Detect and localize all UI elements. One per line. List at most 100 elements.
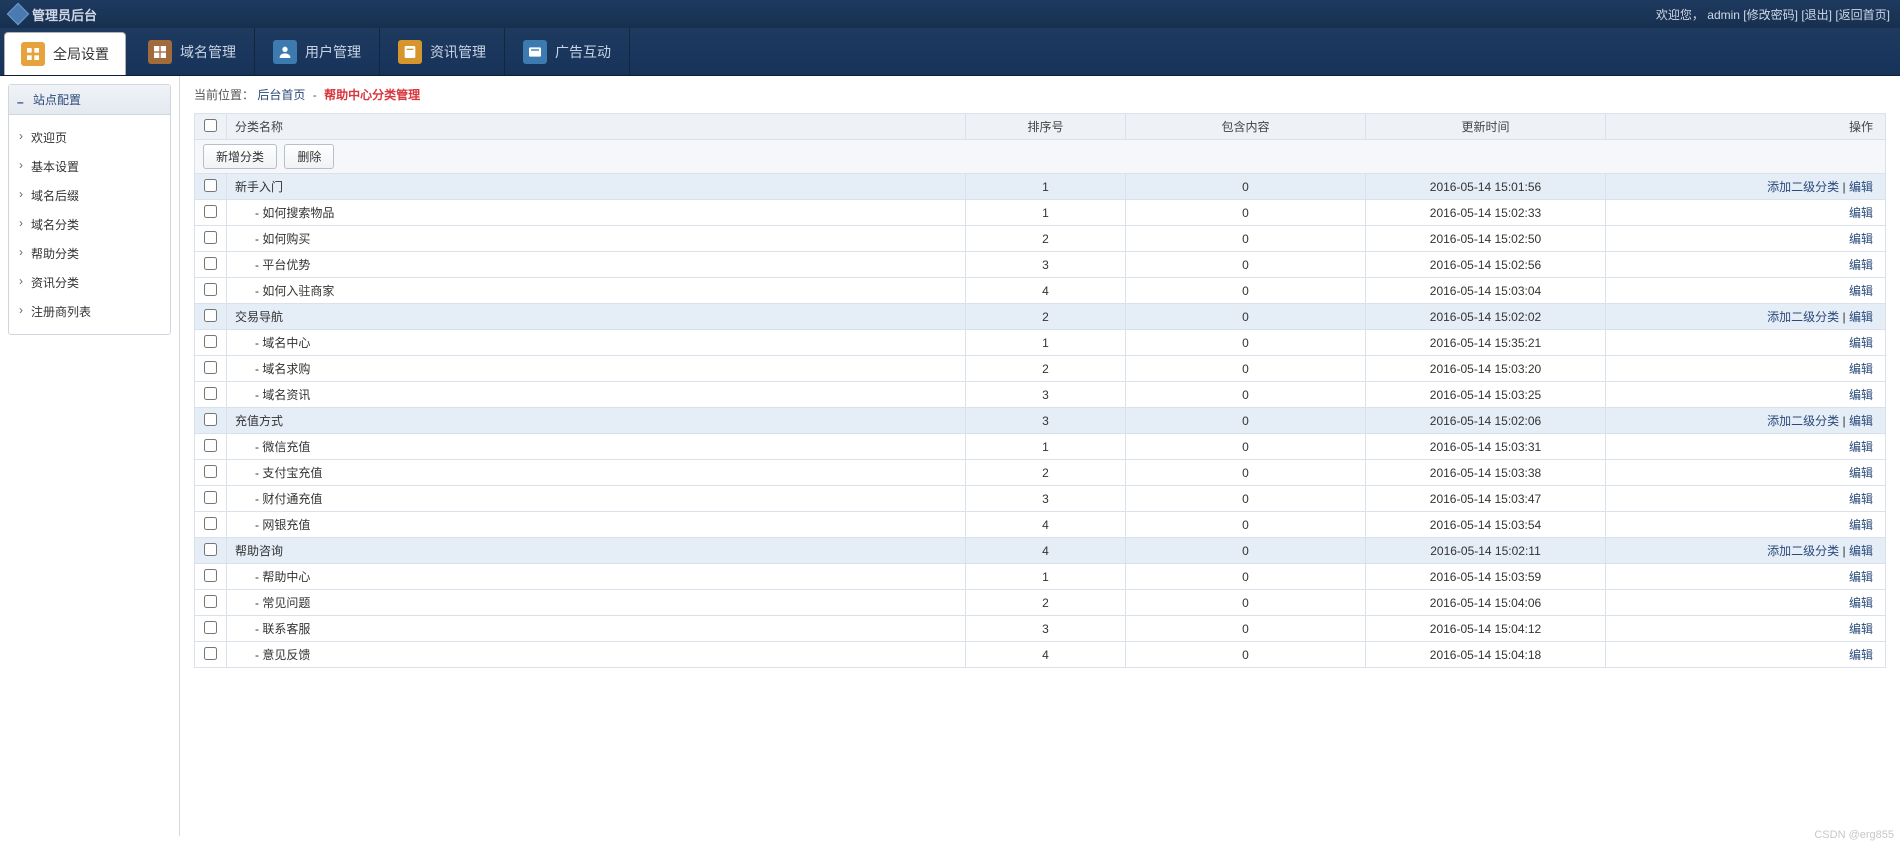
cell-count: 0 — [1126, 616, 1366, 642]
row-checkbox[interactable] — [204, 621, 217, 634]
row-checkbox[interactable] — [204, 595, 217, 608]
sidebar-item[interactable]: 欢迎页 — [9, 123, 170, 152]
cell-op: 编辑 — [1606, 278, 1886, 304]
nav-item-domain[interactable]: 域名管理 — [130, 28, 255, 75]
table-row: - 帮助中心102016-05-14 15:03:59编辑 — [195, 564, 1886, 590]
cell-time: 2016-05-14 15:02:56 — [1366, 252, 1606, 278]
row-checkbox[interactable] — [204, 309, 217, 322]
delete-button[interactable]: 删除 — [284, 144, 334, 169]
cell-name: - 帮助中心 — [227, 564, 966, 590]
edit-link[interactable]: 编辑 — [1849, 596, 1873, 610]
edit-link[interactable]: 编辑 — [1849, 414, 1873, 428]
nav-item-ad[interactable]: 广告互动 — [505, 28, 630, 75]
row-checkbox[interactable] — [204, 257, 217, 270]
cell-count: 0 — [1126, 512, 1366, 538]
table-row: 帮助咨询402016-05-14 15:02:11添加二级分类 | 编辑 — [195, 538, 1886, 564]
nav-label: 域名管理 — [180, 42, 236, 62]
cell-name: - 常见问题 — [227, 590, 966, 616]
row-checkbox[interactable] — [204, 231, 217, 244]
edit-link[interactable]: 编辑 — [1849, 466, 1873, 480]
side-panel-head[interactable]: 站点配置 — [9, 85, 170, 115]
add-subcategory-link[interactable]: 添加二级分类 — [1767, 414, 1839, 428]
row-checkbox[interactable] — [204, 439, 217, 452]
edit-link[interactable]: 编辑 — [1849, 180, 1873, 194]
cell-sort: 4 — [966, 278, 1126, 304]
row-checkbox[interactable] — [204, 543, 217, 556]
row-checkbox[interactable] — [204, 283, 217, 296]
row-checkbox[interactable] — [204, 647, 217, 660]
row-checkbox[interactable] — [204, 205, 217, 218]
select-all-checkbox[interactable] — [204, 119, 217, 132]
row-checkbox[interactable] — [204, 387, 217, 400]
cell-sort: 2 — [966, 590, 1126, 616]
sidebar-item[interactable]: 资讯分类 — [9, 268, 170, 297]
nav-item-user[interactable]: 用户管理 — [255, 28, 380, 75]
edit-link[interactable]: 编辑 — [1849, 232, 1873, 246]
add-category-button[interactable]: 新增分类 — [203, 144, 277, 169]
back-home-link[interactable]: [返回首页] — [1835, 8, 1890, 22]
add-subcategory-link[interactable]: 添加二级分类 — [1767, 180, 1839, 194]
row-checkbox[interactable] — [204, 361, 217, 374]
main-navbar: 全局设置 域名管理用户管理资讯管理广告互动 — [0, 28, 1900, 76]
edit-link[interactable]: 编辑 — [1849, 492, 1873, 506]
row-checkbox[interactable] — [204, 517, 217, 530]
edit-link[interactable]: 编辑 — [1849, 310, 1873, 324]
app-logo: 管理员后台 — [10, 5, 97, 24]
cell-count: 0 — [1126, 460, 1366, 486]
edit-link[interactable]: 编辑 — [1849, 622, 1873, 636]
sidebar-item[interactable]: 基本设置 — [9, 152, 170, 181]
nav-item-info[interactable]: 资讯管理 — [380, 28, 505, 75]
cell-op: 添加二级分类 | 编辑 — [1606, 304, 1886, 330]
info-icon — [398, 40, 422, 64]
cell-op: 添加二级分类 | 编辑 — [1606, 408, 1886, 434]
table-row: - 域名资讯302016-05-14 15:03:25编辑 — [195, 382, 1886, 408]
table-row: - 如何搜索物品102016-05-14 15:02:33编辑 — [195, 200, 1886, 226]
edit-link[interactable]: 编辑 — [1849, 570, 1873, 584]
add-subcategory-link[interactable]: 添加二级分类 — [1767, 310, 1839, 324]
edit-link[interactable]: 编辑 — [1849, 518, 1873, 532]
cell-name: - 如何购买 — [227, 226, 966, 252]
edit-link[interactable]: 编辑 — [1849, 336, 1873, 350]
table-row: - 联系客服302016-05-14 15:04:12编辑 — [195, 616, 1886, 642]
edit-link[interactable]: 编辑 — [1849, 544, 1873, 558]
edit-link[interactable]: 编辑 — [1849, 284, 1873, 298]
edit-link[interactable]: 编辑 — [1849, 440, 1873, 454]
breadcrumb-root[interactable]: 后台首页 — [257, 88, 305, 102]
cell-sort: 1 — [966, 564, 1126, 590]
sidebar-item[interactable]: 域名分类 — [9, 210, 170, 239]
cell-name: - 域名资讯 — [227, 382, 966, 408]
cell-op: 编辑 — [1606, 512, 1886, 538]
cell-sort: 3 — [966, 408, 1126, 434]
cell-time: 2016-05-14 15:02:50 — [1366, 226, 1606, 252]
row-checkbox[interactable] — [204, 465, 217, 478]
change-password-link[interactable]: [修改密码] — [1743, 8, 1798, 22]
sidebar-item[interactable]: 域名后缀 — [9, 181, 170, 210]
cell-op: 编辑 — [1606, 616, 1886, 642]
nav-label: 全局设置 — [53, 44, 109, 64]
cell-op: 编辑 — [1606, 356, 1886, 382]
sidebar-item[interactable]: 帮助分类 — [9, 239, 170, 268]
edit-link[interactable]: 编辑 — [1849, 362, 1873, 376]
edit-link[interactable]: 编辑 — [1849, 258, 1873, 272]
add-subcategory-link[interactable]: 添加二级分类 — [1767, 544, 1839, 558]
cell-name: - 域名求购 — [227, 356, 966, 382]
edit-link[interactable]: 编辑 — [1849, 388, 1873, 402]
nav-item-global[interactable]: 全局设置 — [4, 32, 126, 75]
table-row: - 域名中心102016-05-14 15:35:21编辑 — [195, 330, 1886, 356]
cell-op: 编辑 — [1606, 486, 1886, 512]
row-checkbox[interactable] — [204, 491, 217, 504]
breadcrumb-sep: - — [313, 88, 317, 102]
sidebar-item[interactable]: 注册商列表 — [9, 297, 170, 326]
table-header-row: 分类名称 排序号 包含内容 更新时间 操作 — [195, 114, 1886, 140]
row-checkbox[interactable] — [204, 335, 217, 348]
edit-link[interactable]: 编辑 — [1849, 206, 1873, 220]
edit-link[interactable]: 编辑 — [1849, 648, 1873, 662]
cell-count: 0 — [1126, 434, 1366, 460]
row-checkbox[interactable] — [204, 569, 217, 582]
topbar-right: 欢迎您， admin [修改密码] [退出] [返回首页] — [1656, 6, 1890, 23]
row-checkbox[interactable] — [204, 413, 217, 426]
row-checkbox[interactable] — [204, 179, 217, 192]
table-row: 交易导航202016-05-14 15:02:02添加二级分类 | 编辑 — [195, 304, 1886, 330]
cell-time: 2016-05-14 15:02:11 — [1366, 538, 1606, 564]
logout-link[interactable]: [退出] — [1801, 8, 1832, 22]
